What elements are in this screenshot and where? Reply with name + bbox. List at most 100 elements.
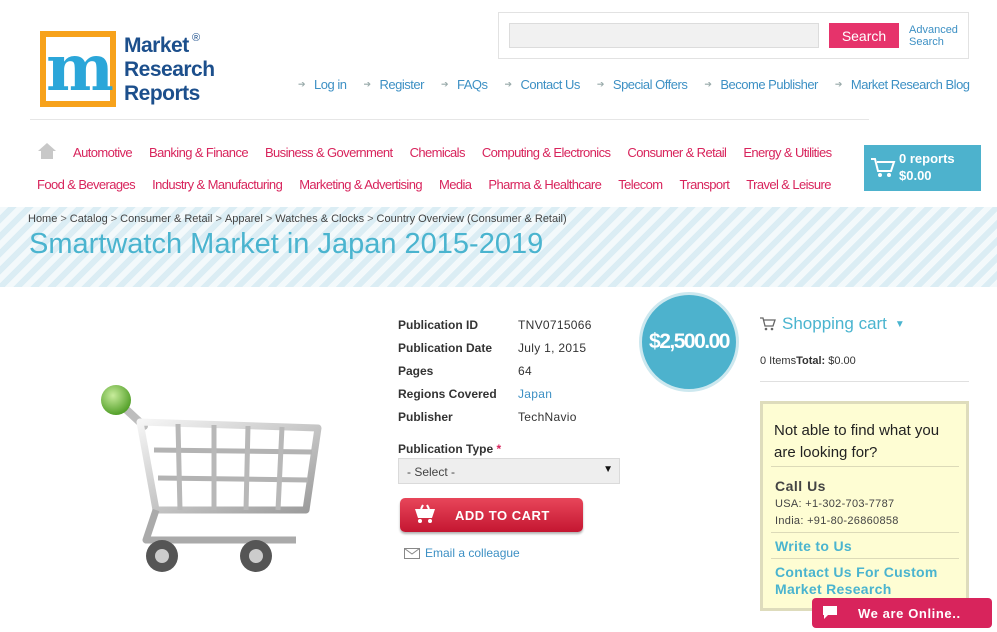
contact-us-link[interactable]: ➔ Contact Us	[504, 77, 581, 92]
category-transport[interactable]: Transport	[680, 177, 730, 192]
register-link[interactable]: ➔ Register	[363, 77, 425, 92]
search-button[interactable]: Search	[829, 23, 899, 48]
help-divider	[771, 558, 959, 559]
publication-type-label: Publication Type *	[398, 442, 501, 456]
logo-letter-m: m	[46, 31, 114, 106]
category-chemicals[interactable]: Chemicals	[410, 145, 466, 160]
region-link[interactable]: Japan	[518, 387, 552, 401]
call-us-heading: Call Us	[775, 478, 826, 494]
breadcrumb-separator: >	[110, 213, 118, 225]
home-icon[interactable]	[37, 142, 57, 160]
category-travel-leisure[interactable]: Travel & Leisure	[746, 177, 831, 192]
special-offers-link[interactable]: ➔ Special Offers	[596, 77, 688, 92]
category-banking-finance[interactable]: Banking & Finance	[149, 145, 249, 160]
logo-registered-mark: ®	[192, 32, 201, 44]
advanced-search-link[interactable]: Advanced Search	[909, 24, 969, 48]
arrow-icon: ➔	[704, 79, 712, 89]
cart-icon	[760, 317, 776, 331]
blog-link[interactable]: ➔ Market Research Blog	[835, 77, 970, 92]
cart-report-count: 0 reports	[899, 151, 955, 166]
usa-phone: USA: +1-302-703-7787	[775, 498, 895, 510]
chat-bubble-icon	[823, 606, 837, 619]
shopping-cart-product-image	[101, 385, 322, 572]
register-label: Register	[379, 77, 425, 92]
cart-items-count: 0 Items	[760, 355, 797, 367]
publication-type-text: Publication Type	[398, 442, 494, 456]
become-publisher-link[interactable]: ➔ Become Publisher	[704, 77, 818, 92]
breadcrumb-home[interactable]: Home	[28, 213, 57, 225]
detail-row-regions: Regions Covered Japan	[398, 382, 592, 405]
detail-label: Publisher	[398, 409, 453, 424]
arrow-icon: ➔	[504, 79, 513, 89]
breadcrumb-catalog[interactable]: Catalog	[70, 213, 108, 225]
help-divider	[771, 466, 959, 467]
add-to-cart-button[interactable]: ADD TO CART	[400, 498, 583, 532]
detail-row-publication-date: Publication Date July 1, 2015	[398, 336, 592, 359]
publication-type-selected: - Select -	[407, 465, 456, 479]
category-nav-row-2: Food & Beverages Industry & Manufacturin…	[37, 177, 831, 192]
cart-icon	[415, 504, 435, 523]
required-mark: *	[496, 442, 502, 456]
price-badge: $2,500.00	[639, 292, 739, 392]
cart-total-value: $0.00	[828, 355, 856, 367]
arrow-icon: ➔	[834, 79, 843, 89]
search-input[interactable]	[509, 23, 819, 48]
arrow-icon: ➔	[596, 79, 605, 89]
top-nav: ➔ Log in ➔ Register ➔ FAQs ➔ Contact Us ➔ Spe…	[298, 77, 970, 92]
category-food-beverages[interactable]: Food & Beverages	[37, 177, 136, 192]
publication-details: Publication ID TNV0715066 Publication Dat…	[398, 313, 592, 428]
become-publisher-label: Become Publisher	[720, 77, 818, 92]
email-colleague-link[interactable]: Email a colleague	[404, 546, 520, 560]
custom-research-link[interactable]: Contact Us For Custom Market Research	[775, 564, 938, 598]
detail-row-publisher: Publisher TechNavio	[398, 405, 592, 428]
category-marketing-advertising[interactable]: Marketing & Advertising	[299, 177, 422, 192]
breadcrumb-country-overview[interactable]: Country Overview (Consumer & Retail)	[377, 213, 567, 225]
contact-us-label: Contact Us	[520, 77, 581, 92]
category-business-government[interactable]: Business & Government	[265, 145, 393, 160]
special-offers-label: Special Offers	[612, 77, 688, 92]
publication-type-select[interactable]: - Select - ▼	[398, 458, 620, 484]
faqs-label: FAQs	[456, 77, 488, 92]
page-title: Smartwatch Market in Japan 2015-2019	[29, 228, 544, 260]
category-energy-utilities[interactable]: Energy & Utilities	[743, 145, 832, 160]
logo-mark: m	[40, 31, 116, 107]
arrow-icon: ➔	[440, 79, 449, 89]
logo-text: Market Research Reports	[124, 34, 215, 106]
login-link[interactable]: ➔ Log in	[298, 77, 347, 92]
cart-total: $0.00	[899, 168, 932, 183]
category-industry-manufacturing[interactable]: Industry & Manufacturing	[152, 177, 283, 192]
dropdown-arrow-icon: ▼	[603, 464, 613, 475]
help-title: Not able to find what you are looking fo…	[774, 422, 940, 461]
help-box: Not able to find what you are looking fo…	[760, 401, 969, 611]
category-telecom[interactable]: Telecom	[618, 177, 663, 192]
advanced-search-line-2: Search	[909, 36, 944, 48]
detail-label: Publication ID	[398, 317, 479, 332]
category-media[interactable]: Media	[439, 177, 472, 192]
category-pharma-healthcare[interactable]: Pharma & Healthcare	[488, 177, 601, 192]
detail-value: TechNavio	[518, 409, 577, 424]
custom-research-line-1: Contact Us For Custom	[775, 564, 938, 580]
breadcrumb-watches-clocks[interactable]: Watches & Clocks	[275, 213, 364, 225]
write-to-us-link[interactable]: Write to Us	[775, 538, 852, 555]
shopping-cart-header[interactable]: Shopping cart ▼	[760, 314, 905, 334]
site-logo[interactable]: m Market Research Reports ®	[40, 31, 215, 109]
help-divider	[771, 532, 959, 533]
category-consumer-retail[interactable]: Consumer & Retail	[627, 145, 727, 160]
live-chat-button[interactable]: We are Online..	[812, 598, 992, 628]
header-divider	[30, 119, 869, 120]
arrow-icon: ➔	[298, 79, 306, 89]
category-automotive[interactable]: Automotive	[73, 145, 133, 160]
detail-value: TNV0715066	[518, 317, 592, 332]
detail-label: Publication Date	[398, 340, 493, 355]
logo-line-2: Research	[124, 58, 215, 81]
breadcrumb-consumer-retail[interactable]: Consumer & Retail	[120, 213, 212, 225]
detail-row-publication-id: Publication ID TNV0715066	[398, 313, 592, 336]
header-cart-button[interactable]: 0 reports $0.00	[864, 145, 981, 191]
breadcrumb-apparel[interactable]: Apparel	[225, 213, 263, 225]
blog-label: Market Research Blog	[850, 77, 970, 92]
faqs-link[interactable]: ➔ FAQs	[441, 77, 488, 92]
category-computing-electronics[interactable]: Computing & Electronics	[482, 145, 611, 160]
login-label: Log in	[314, 77, 347, 92]
breadcrumb-separator: >	[367, 213, 374, 225]
breadcrumb-separator: >	[60, 213, 67, 225]
